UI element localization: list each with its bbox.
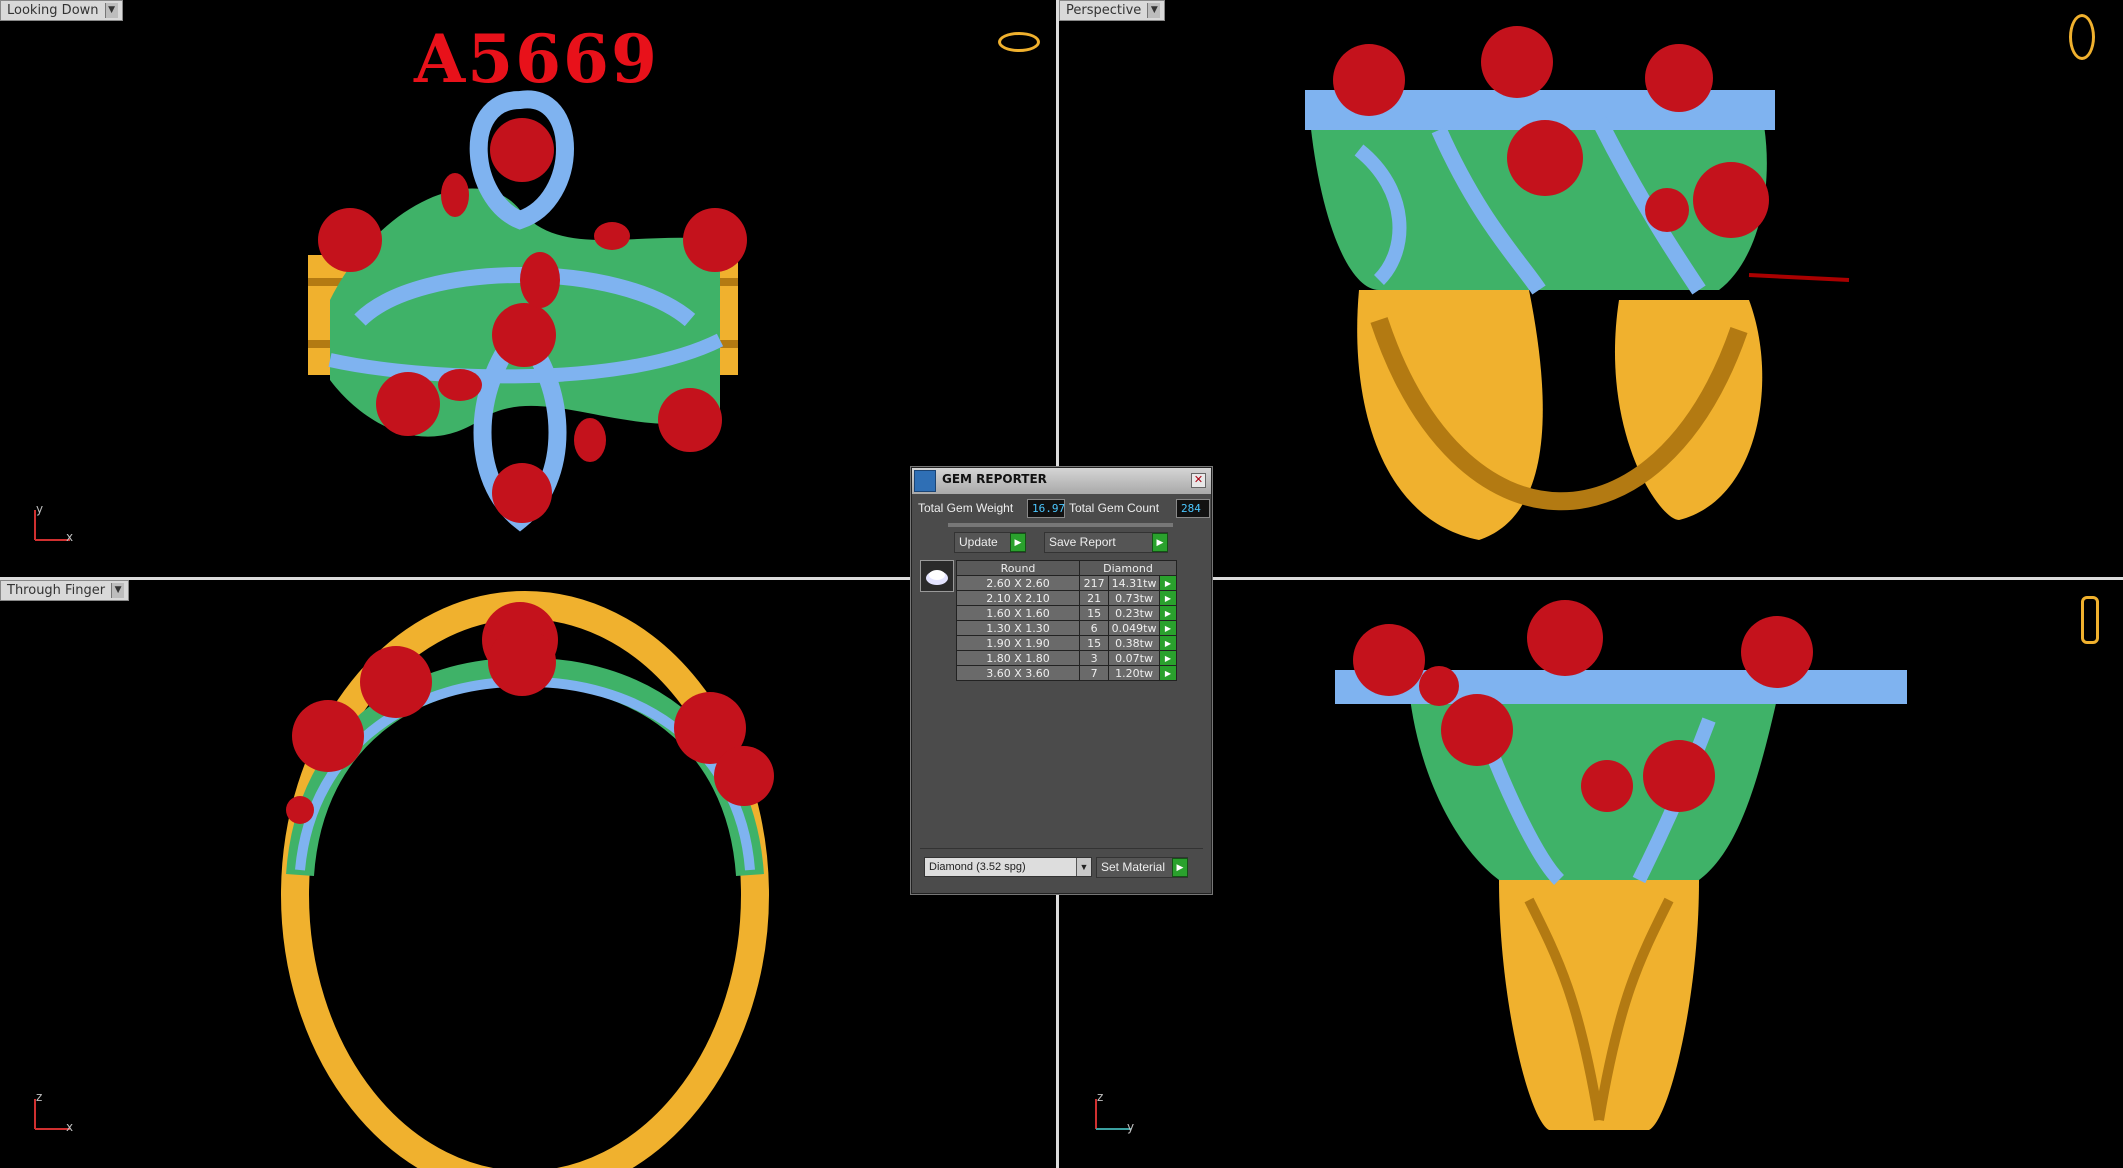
axis-y-label: y xyxy=(1127,1120,1135,1134)
row-action-icon[interactable]: ▶ xyxy=(1158,590,1178,606)
gem-reporter-title: GEM REPORTER xyxy=(942,472,1047,486)
row-action-icon[interactable]: ▶ xyxy=(1158,620,1178,636)
count-cell: 21 xyxy=(1078,590,1110,606)
gem-shape-icon xyxy=(920,560,954,592)
table-row[interactable]: 1.80 X 1.80 3 0.07tw ▶ xyxy=(956,650,1178,666)
weight-cell: 1.20tw xyxy=(1108,665,1160,681)
viewport-label-looking-down[interactable]: Looking Down ▼ xyxy=(0,0,123,21)
row-action-icon[interactable]: ▶ xyxy=(1158,635,1178,651)
table-row[interactable]: 1.60 X 1.60 15 0.23tw ▶ xyxy=(956,605,1178,621)
total-gem-count-label: Total Gem Count xyxy=(1069,501,1160,515)
chevron-down-icon[interactable]: ▼ xyxy=(1147,3,1161,18)
axis-z-label: z xyxy=(1097,1090,1104,1104)
count-cell: 7 xyxy=(1078,665,1110,681)
size-cell: 2.10 X 2.10 xyxy=(956,590,1080,606)
weight-cell: 14.31tw xyxy=(1108,575,1160,591)
count-cell: 217 xyxy=(1078,575,1110,591)
chevron-down-icon: ▼ xyxy=(1076,858,1091,876)
weight-cell: 0.23tw xyxy=(1108,605,1160,621)
set-material-button-label: Set Material xyxy=(1101,860,1166,874)
viewport-looking-down[interactable]: Looking Down ▼ A5669 y x xyxy=(0,0,1056,577)
viewport-side[interactable]: z y xyxy=(1059,580,2123,1168)
gem-table-body: 2.60 X 2.60 217 14.31tw ▶ 2.10 X 2.10 21 0.73t… xyxy=(956,575,1178,681)
size-cell: 1.80 X 1.80 xyxy=(956,650,1080,666)
ring-side-view xyxy=(1335,600,1907,1130)
table-row[interactable]: 2.60 X 2.60 217 14.31tw ▶ xyxy=(956,575,1178,591)
size-cell: 2.60 X 2.60 xyxy=(956,575,1080,591)
axis-y-label: y xyxy=(36,502,44,516)
row-action-icon[interactable]: ▶ xyxy=(1158,650,1178,666)
chevron-down-icon[interactable]: ▼ xyxy=(104,3,118,18)
material-select[interactable]: Diamond (3.52 spg) ▼ xyxy=(924,857,1092,877)
axis-z-label: z xyxy=(36,1090,43,1104)
table-row[interactable]: 2.10 X 2.10 21 0.73tw ▶ xyxy=(956,590,1178,606)
size-cell: 1.30 X 1.30 xyxy=(956,620,1080,636)
play-arrow-icon: ▶ xyxy=(1010,533,1026,552)
axis-x-label: x xyxy=(66,530,74,544)
weight-cell: 0.049tw xyxy=(1108,620,1160,636)
chevron-down-icon[interactable]: ▼ xyxy=(111,583,125,598)
save-report-button[interactable]: Save Report ▶ xyxy=(1044,532,1168,553)
gem-reporter-panel: GEM REPORTER ✕ Total Gem Weight 16.97 To… xyxy=(911,467,1212,894)
size-cell: 1.90 X 1.90 xyxy=(956,635,1080,651)
weight-cell: 0.38tw xyxy=(1108,635,1160,651)
ring-perspective-view xyxy=(1305,26,1850,540)
gem-reporter-titlebar[interactable]: GEM REPORTER ✕ xyxy=(912,468,1211,494)
total-gem-weight-label: Total Gem Weight xyxy=(918,501,1014,515)
weight-cell: 0.73tw xyxy=(1108,590,1160,606)
weight-cell: 0.07tw xyxy=(1108,650,1160,666)
table-row[interactable]: 1.90 X 1.90 15 0.38tw ▶ xyxy=(956,635,1178,651)
size-cell: 3.60 X 3.60 xyxy=(956,665,1080,681)
material-select-value: Diamond (3.52 spg) xyxy=(929,861,1026,873)
count-cell: 15 xyxy=(1078,635,1110,651)
count-cell: 3 xyxy=(1078,650,1110,666)
viewport-through-finger[interactable]: Through Finger ▼ z x xyxy=(0,580,1056,1168)
row-action-icon[interactable]: ▶ xyxy=(1158,605,1178,621)
axis-x-label: x xyxy=(66,1120,74,1134)
total-gem-weight-value: 16.97 xyxy=(1027,499,1065,518)
update-button[interactable]: Update ▶ xyxy=(954,532,1026,553)
table-row[interactable]: 1.30 X 1.30 6 0.049tw ▶ xyxy=(956,620,1178,636)
viewport-label-through-finger[interactable]: Through Finger ▼ xyxy=(0,580,130,601)
save-report-button-label: Save Report xyxy=(1049,535,1116,549)
design-id-text: A5669 xyxy=(414,20,659,98)
splitter[interactable] xyxy=(948,523,1173,527)
table-row[interactable]: 3.60 X 3.60 7 1.20tw ▶ xyxy=(956,665,1178,681)
total-gem-count-value: 284 xyxy=(1176,499,1210,518)
viewport-perspective[interactable]: Perspective ▼ xyxy=(1059,0,2123,577)
play-arrow-icon: ▶ xyxy=(1172,858,1188,877)
set-material-button[interactable]: Set Material ▶ xyxy=(1096,857,1188,878)
view-cube-icon[interactable] xyxy=(2069,14,2095,60)
update-button-label: Update xyxy=(959,535,998,549)
row-action-icon[interactable]: ▶ xyxy=(1158,665,1178,681)
size-cell: 1.60 X 1.60 xyxy=(956,605,1080,621)
gem-reporter-icon xyxy=(914,470,936,492)
count-cell: 15 xyxy=(1078,605,1110,621)
column-header-shape: Round xyxy=(956,560,1080,576)
view-cube-icon[interactable] xyxy=(2081,596,2099,644)
gem-table: Round Diamond 2.60 X 2.60 217 14.31tw ▶ 2.10… xyxy=(956,560,1178,681)
view-cube-icon[interactable] xyxy=(998,32,1040,52)
viewport-label-text: Through Finger xyxy=(7,583,106,598)
play-arrow-icon: ▶ xyxy=(1152,533,1168,552)
close-icon[interactable]: ✕ xyxy=(1191,473,1206,488)
viewport-label-perspective[interactable]: Perspective ▼ xyxy=(1059,0,1166,21)
viewport-label-text: Perspective xyxy=(1066,3,1142,18)
count-cell: 6 xyxy=(1078,620,1110,636)
ring-front-view xyxy=(281,591,774,1168)
column-header-material: Diamond xyxy=(1079,560,1177,576)
viewport-label-text: Looking Down xyxy=(7,3,99,18)
panel-divider xyxy=(920,848,1203,849)
row-action-icon[interactable]: ▶ xyxy=(1158,575,1178,591)
